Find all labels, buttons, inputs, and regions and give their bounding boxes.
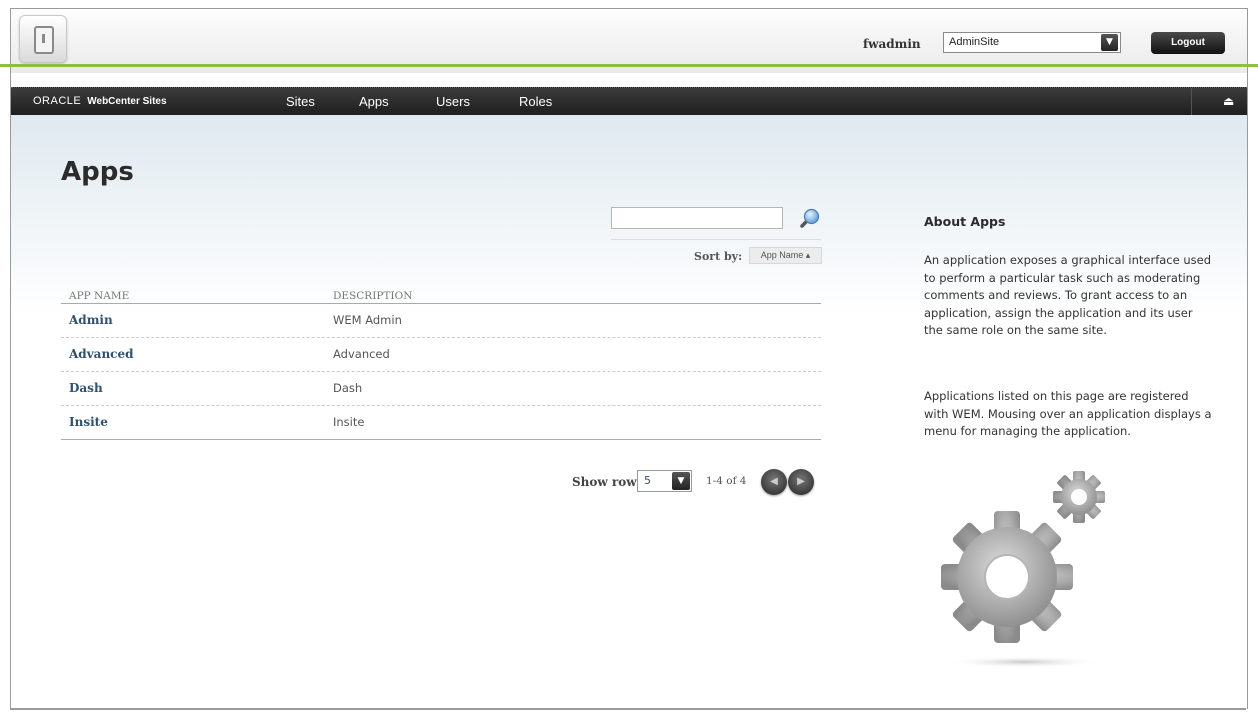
about-paragraph: Applications listed on this page are reg… xyxy=(924,389,1212,438)
search-divider xyxy=(611,239,821,240)
search-icon[interactable] xyxy=(797,207,821,231)
nav-sites[interactable]: Sites xyxy=(286,94,315,109)
app-name-cell[interactable]: Advanced xyxy=(69,347,134,361)
brand-logo: ORACLE WebCenter Sites xyxy=(33,95,167,107)
brand-product: WebCenter Sites xyxy=(87,96,167,107)
search-input[interactable] xyxy=(611,207,783,229)
sort-asc-icon: ▴ xyxy=(805,250,811,260)
site-select-value: AdminSite xyxy=(949,36,1000,48)
username: fwadmin xyxy=(863,37,921,51)
site-select[interactable]: AdminSite ▼ xyxy=(943,32,1121,53)
app-launcher-icon[interactable] xyxy=(19,15,67,63)
app-description-cell: Dash xyxy=(333,381,363,395)
gears-icon xyxy=(941,471,1105,668)
next-page-icon[interactable]: ▶ xyxy=(788,469,814,495)
nav-users[interactable]: Users xyxy=(436,94,470,109)
window-bottom-edge xyxy=(10,708,1246,710)
app-name-cell[interactable]: Admin xyxy=(69,313,113,327)
app-description-cell: WEM Admin xyxy=(333,313,402,327)
main-nav: ORACLE WebCenter Sites Sites Apps Users R… xyxy=(11,87,1247,116)
sort-value: App Name xyxy=(760,250,804,260)
app-name-cell[interactable]: Insite xyxy=(69,415,108,429)
table-row[interactable]: Admin WEM Admin xyxy=(61,304,821,338)
accent-line xyxy=(0,64,1258,67)
page-range: 1-4 of 4 xyxy=(706,475,747,487)
app-window: fwadmin AdminSite ▼ Logout ORACLE WebCent… xyxy=(10,8,1248,709)
rows-per-page-value: 5 xyxy=(644,474,651,487)
app-name-cell[interactable]: Dash xyxy=(69,381,103,395)
nav-roles[interactable]: Roles xyxy=(519,94,552,109)
sort-label: Sort by: xyxy=(694,250,743,263)
table-row[interactable]: Dash Dash xyxy=(61,372,821,406)
rows-per-page-select[interactable]: 5 ▼ xyxy=(637,470,692,492)
table-row[interactable]: Insite Insite xyxy=(61,406,821,440)
column-header-app-name: APP NAME xyxy=(69,290,130,302)
eject-icon[interactable]: ⏏ xyxy=(1223,94,1234,108)
logout-button[interactable]: Logout xyxy=(1151,32,1225,54)
app-description-cell: Advanced xyxy=(333,347,390,361)
nav-apps[interactable]: Apps xyxy=(359,94,389,109)
prev-page-icon[interactable]: ◀ xyxy=(761,469,787,495)
column-header-description: DESCRIPTION xyxy=(333,290,413,302)
chevron-down-icon[interactable]: ▼ xyxy=(672,472,690,490)
app-description-cell: Insite xyxy=(333,415,365,429)
brand-oracle: ORACLE xyxy=(33,95,82,107)
sort-button[interactable]: App Name ▴ xyxy=(749,247,822,264)
page-title: Apps xyxy=(61,157,134,187)
table-row[interactable]: Advanced Advanced xyxy=(61,338,821,372)
chevron-down-icon[interactable]: ▼ xyxy=(1101,34,1118,51)
about-title: About Apps xyxy=(924,214,1006,229)
about-paragraph: An application exposes a graphical inter… xyxy=(924,253,1212,337)
nav-divider xyxy=(1191,88,1192,116)
